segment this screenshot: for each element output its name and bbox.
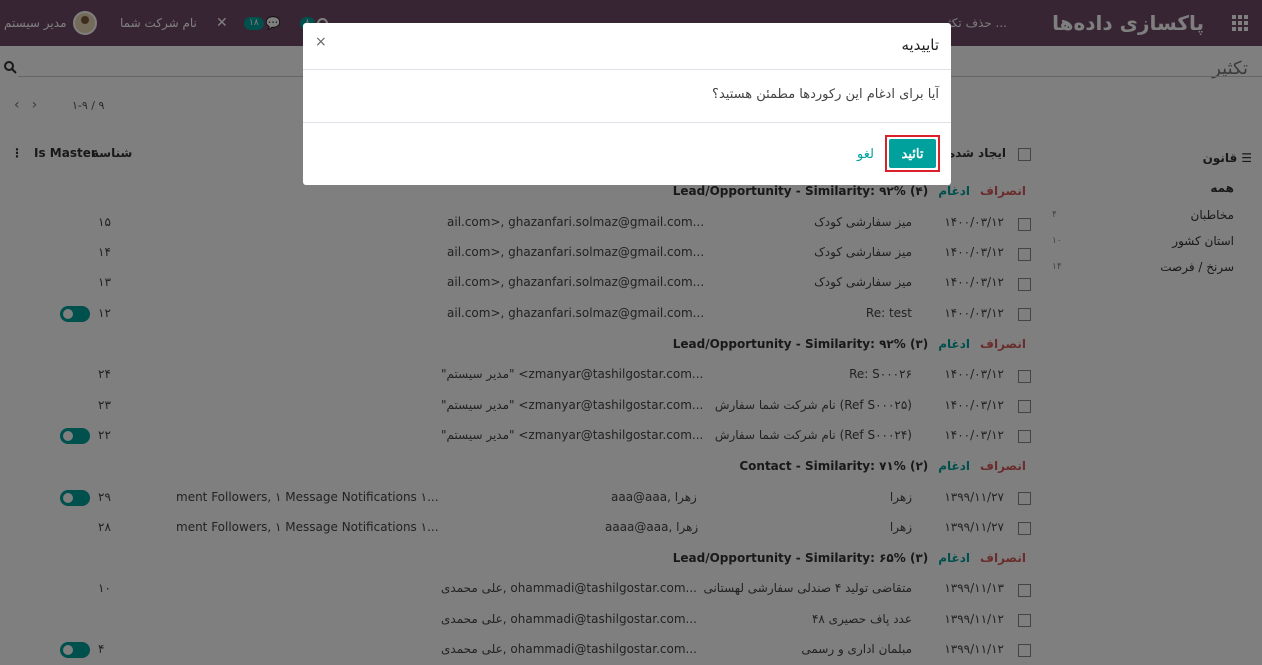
confirm-button-highlight: تائید [885, 135, 940, 172]
confirmation-dialog: تاییدیه × آیا برای ادغام این رکوردها مطم… [303, 23, 951, 185]
dialog-title: تاییدیه [901, 36, 939, 54]
divider [303, 122, 951, 123]
divider [303, 69, 951, 70]
cancel-button[interactable]: لغو [857, 146, 874, 162]
confirm-button[interactable]: تائید [889, 139, 936, 168]
close-icon[interactable]: × [315, 34, 327, 50]
dialog-message: آیا برای ادغام این رکوردها مطمئن هستید؟ [712, 87, 939, 102]
